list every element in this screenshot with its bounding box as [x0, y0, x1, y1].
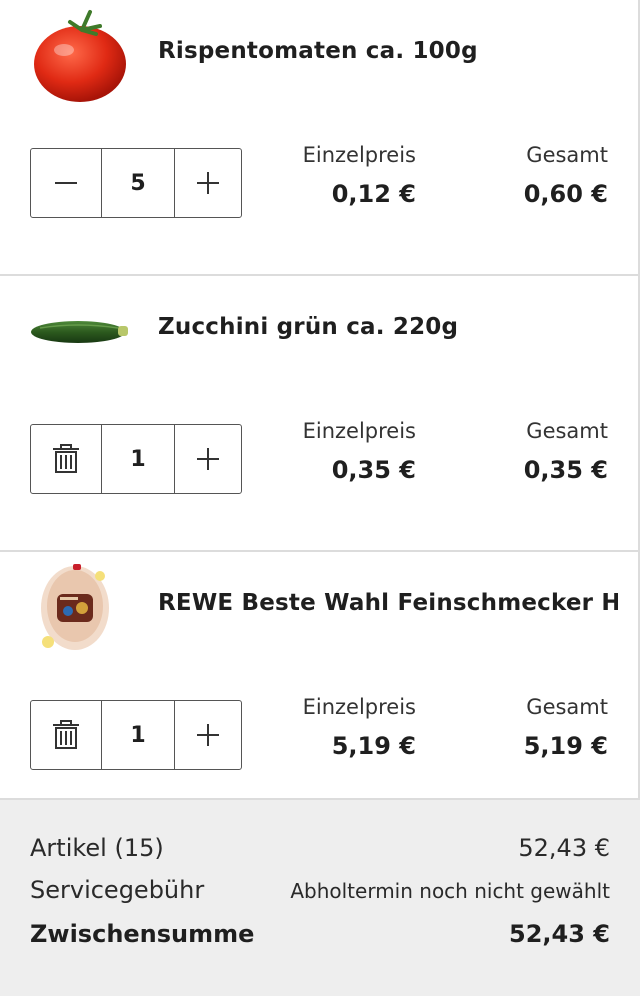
- subtotal-row: Zwischensumme 52,43 €: [30, 920, 610, 948]
- subtotal-label: Zwischensumme: [30, 920, 255, 948]
- total-value: 5,19 €: [523, 732, 608, 760]
- service-fee-label: Servicegebühr: [30, 876, 205, 904]
- plus-icon: [197, 724, 219, 746]
- product-name[interactable]: Rispentomaten ca. 100g: [158, 38, 478, 64]
- unit-price-value: 0,12 €: [331, 180, 416, 208]
- trash-icon: [53, 720, 79, 749]
- decrease-button[interactable]: [31, 149, 102, 217]
- unit-price-label: Einzelpreis: [302, 143, 416, 167]
- plus-icon: [197, 172, 219, 194]
- articles-row: Artikel (15) 52,43 €: [30, 834, 610, 862]
- cart-item: Zucchini grün ca. 220g 1 Einzelpreis Ges…: [0, 276, 640, 552]
- product-image-chicken[interactable]: [30, 556, 130, 656]
- quantity-value[interactable]: 1: [102, 701, 175, 769]
- trash-icon: [53, 444, 79, 473]
- articles-label: Artikel (15): [30, 834, 164, 862]
- increase-button[interactable]: [175, 701, 241, 769]
- subtotal-value: 52,43 €: [509, 920, 610, 948]
- plus-icon: [197, 448, 219, 470]
- unit-price-label: Einzelpreis: [302, 419, 416, 443]
- total-label: Gesamt: [526, 695, 608, 719]
- minus-icon: [55, 182, 77, 184]
- quantity-stepper: 1: [30, 424, 242, 494]
- increase-button[interactable]: [175, 149, 241, 217]
- delete-button[interactable]: [31, 425, 102, 493]
- quantity-value[interactable]: 1: [102, 425, 175, 493]
- total-value: 0,60 €: [523, 180, 608, 208]
- product-name[interactable]: Zucchini grün ca. 220g: [158, 314, 458, 340]
- unit-price-value: 5,19 €: [331, 732, 416, 760]
- product-image-tomato[interactable]: [30, 4, 130, 104]
- cart-item: Rispentomaten ca. 100g 5 Einzelpreis Ges…: [0, 0, 640, 276]
- cart-item: REWE Beste Wahl Feinschmecker Hä... 1 Ei…: [0, 552, 640, 800]
- total-label: Gesamt: [526, 419, 608, 443]
- articles-value: 52,43 €: [518, 834, 610, 862]
- unit-price-value: 0,35 €: [331, 456, 416, 484]
- increase-button[interactable]: [175, 425, 241, 493]
- total-value: 0,35 €: [523, 456, 608, 484]
- delete-button[interactable]: [31, 701, 102, 769]
- service-fee-value: Abholtermin noch nicht gewählt: [290, 879, 610, 903]
- quantity-value[interactable]: 5: [102, 149, 175, 217]
- product-name[interactable]: REWE Beste Wahl Feinschmecker Hä...: [158, 590, 618, 616]
- unit-price-label: Einzelpreis: [302, 695, 416, 719]
- cart-summary: Artikel (15) 52,43 € Servicegebühr Abhol…: [0, 800, 640, 996]
- total-label: Gesamt: [526, 143, 608, 167]
- product-image-zucchini[interactable]: [30, 280, 130, 380]
- quantity-stepper: 5: [30, 148, 242, 218]
- service-fee-row: Servicegebühr Abholtermin noch nicht gew…: [30, 876, 610, 904]
- quantity-stepper: 1: [30, 700, 242, 770]
